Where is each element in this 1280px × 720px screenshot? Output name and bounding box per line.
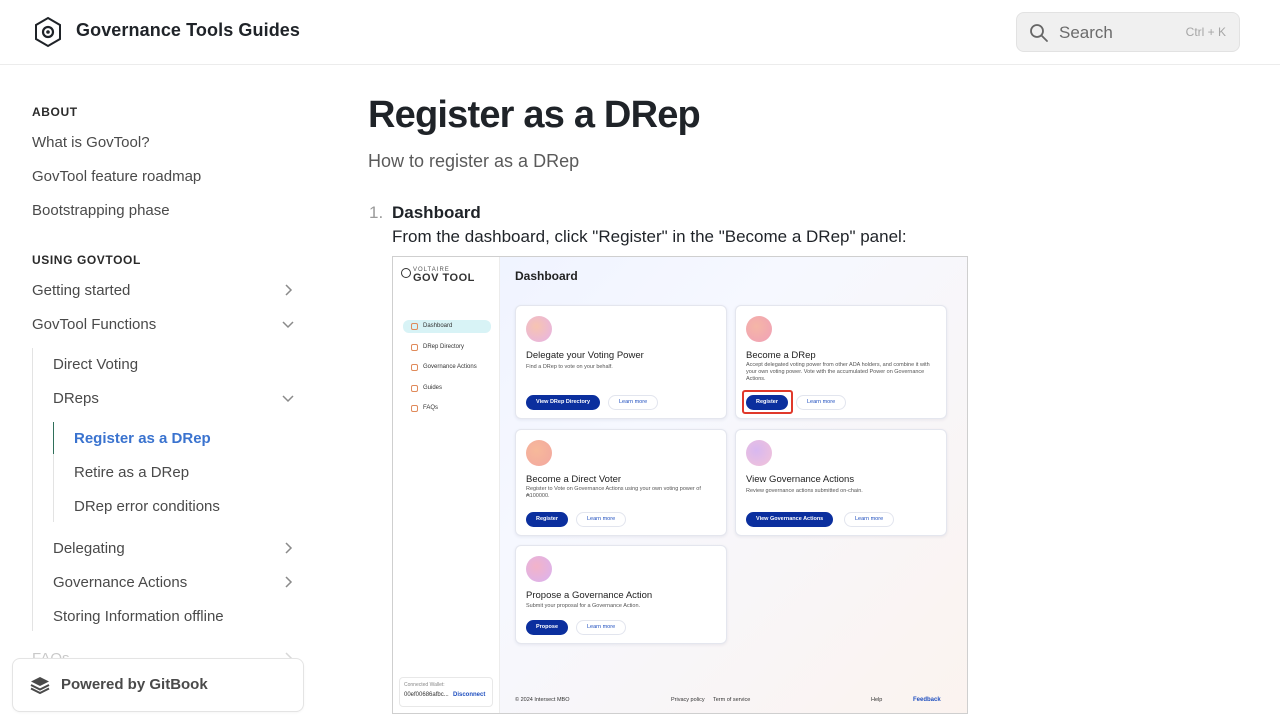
active-indicator [53,422,54,454]
sidebar-item-bootstrapping[interactable]: Bootstrapping phase [32,202,170,219]
sidebar-item-what-is-govtool[interactable]: What is GovTool? [32,134,150,151]
site-logo-icon[interactable] [32,16,64,48]
figure-card-desc: Submit your proposal for a Governance Ac… [526,603,641,609]
figure-card-button: Propose [526,620,569,635]
sidebar-item-dreps[interactable]: DReps [53,390,99,407]
figure-card-learn: Learn more [608,395,659,410]
figure-card-learn: Learn more [576,512,627,527]
figure-card-view-actions: View Governance Actions Review governanc… [735,429,947,536]
figure-card-title: Become a DRep [746,350,816,361]
figure-card-title: Propose a Governance Action [526,590,653,601]
tree-guide-line [32,348,33,631]
powered-by-label: Powered by GitBook [61,676,208,693]
sidebar-section-about: ABOUT [32,105,78,119]
sidebar-item-governance-actions[interactable]: Governance Actions [53,574,187,591]
drep-illustration-icon [746,316,772,342]
sidebar-item-drep-errors[interactable]: DRep error conditions [74,498,220,515]
sidebar-item-storing-offline[interactable]: Storing Information offline [53,608,224,625]
gitbook-icon [29,675,51,695]
sidebar-item-direct-voting[interactable]: Direct Voting [53,356,138,373]
figure-nav-label: FAQs [423,405,439,411]
sidebar-item-retire-drep[interactable]: Retire as a DRep [74,464,189,481]
sidebar-item-govtool-functions[interactable]: GovTool Functions [32,316,156,333]
figure-card-learn: Learn more [796,395,847,410]
page-title: Register as a DRep [368,94,701,136]
figure-card-propose: Propose a Governance Action Submit your … [515,545,727,644]
figure-wallet-label: Connected Wallet: [404,682,445,688]
voter-illustration-icon [526,440,552,466]
site-title[interactable]: Governance Tools Guides [76,20,300,41]
search-label: Search [1059,23,1113,42]
step-number: 1. [369,203,384,222]
figure-card-button: View DRep Directory [526,395,601,410]
chevron-right-icon[interactable] [280,540,296,556]
figure-brand-icon [401,268,411,278]
figure-card-desc: Accept delegated voting power from other… [746,362,930,382]
figure-title: Dashboard [515,269,578,283]
figure-nav-label: Dashboard [423,323,453,329]
delegate-illustration-icon [526,316,552,342]
sidebar-item-getting-started[interactable]: Getting started [32,282,130,299]
sidebar-item-feature-roadmap[interactable]: GovTool feature roadmap [32,168,201,185]
sidebar: ABOUT What is GovTool? GovTool feature r… [0,65,320,720]
figure-card-title: Delegate your Voting Power [526,350,644,361]
dashboard-icon [411,323,418,330]
top-header: Governance Tools Guides Search Ctrl + K [0,0,1280,65]
step-text: From the dashboard, click "Register" in … [392,227,907,246]
search-shortcut: Ctrl + K [1185,25,1226,39]
figure-card-learn: Learn more [576,620,627,635]
figure-nav-label: DRep Directory [423,344,465,350]
figure-feedback: Feedback [913,697,941,703]
figure-card-delegate: Delegate your Voting Power Find a DRep t… [515,305,727,419]
figure-card-direct-voter: Become a Direct Voter Register to Vote o… [515,429,727,536]
page-description: How to register as a DRep [368,151,580,171]
search-button[interactable]: Search Ctrl + K [1016,12,1240,52]
figure-sidebar: VOLTAIRE GOV TOOL Dashboard DRep Directo… [393,257,500,713]
figure-nav-dashboard: Dashboard [403,320,491,333]
figure-nav-faqs: FAQs [403,402,491,415]
faqs-icon [411,405,418,412]
chevron-right-icon[interactable] [280,282,296,298]
figure-nav-label: Guides [423,385,443,391]
guides-icon [411,385,418,392]
figure-card-button: View Governance Actions [746,512,834,527]
figure-copyright: © 2024 Intersect MBO [515,697,570,703]
drep-directory-icon [411,344,418,351]
chevron-down-icon[interactable] [280,390,296,406]
chevron-down-icon[interactable] [280,316,296,332]
governance-actions-icon [411,364,418,371]
figure-card-desc: Review governance actions submitted on-c… [746,488,863,494]
figure-card-learn: Learn more [844,512,895,527]
dashboard-screenshot-image[interactable]: VOLTAIRE GOV TOOL Dashboard DRep Directo… [392,256,968,714]
figure-privacy: Privacy policy [671,697,705,703]
figure-nav-governance-actions: Governance Actions [403,361,491,374]
powered-by-gitbook-link[interactable]: Powered by GitBook [12,658,304,712]
chevron-right-icon[interactable] [280,574,296,590]
sidebar-item-delegating[interactable]: Delegating [53,540,125,557]
figure-nav-label: Governance Actions [423,364,477,370]
sidebar-section-using-govtool: USING GOVTOOL [32,253,141,267]
figure-card-title: Become a Direct Voter [526,474,622,485]
figure-nav-guides: Guides [403,382,491,395]
figure-nav-drep-directory: DRep Directory [403,341,491,354]
step-title: Dashboard [392,203,481,222]
figure-brand: GOV TOOL [413,272,475,284]
figure-help: Help [871,697,883,703]
figure-disconnect: Disconnect [453,692,486,698]
figure-terms: Term of service [713,697,751,703]
actions-illustration-icon [746,440,772,466]
propose-illustration-icon [526,556,552,582]
figure-card-title: View Governance Actions [746,474,855,485]
register-highlight-box [742,390,793,414]
figure-wallet-id: 00ef00686afbc... [404,692,449,698]
search-icon [1029,23,1049,43]
sidebar-item-register-drep[interactable]: Register as a DRep [74,430,211,447]
figure-card-desc: Find a DRep to vote on your behalf. [526,364,613,370]
figure-card-desc: Register to Vote on Governance Actions u… [526,486,701,499]
figure-card-button: Register [526,512,569,527]
